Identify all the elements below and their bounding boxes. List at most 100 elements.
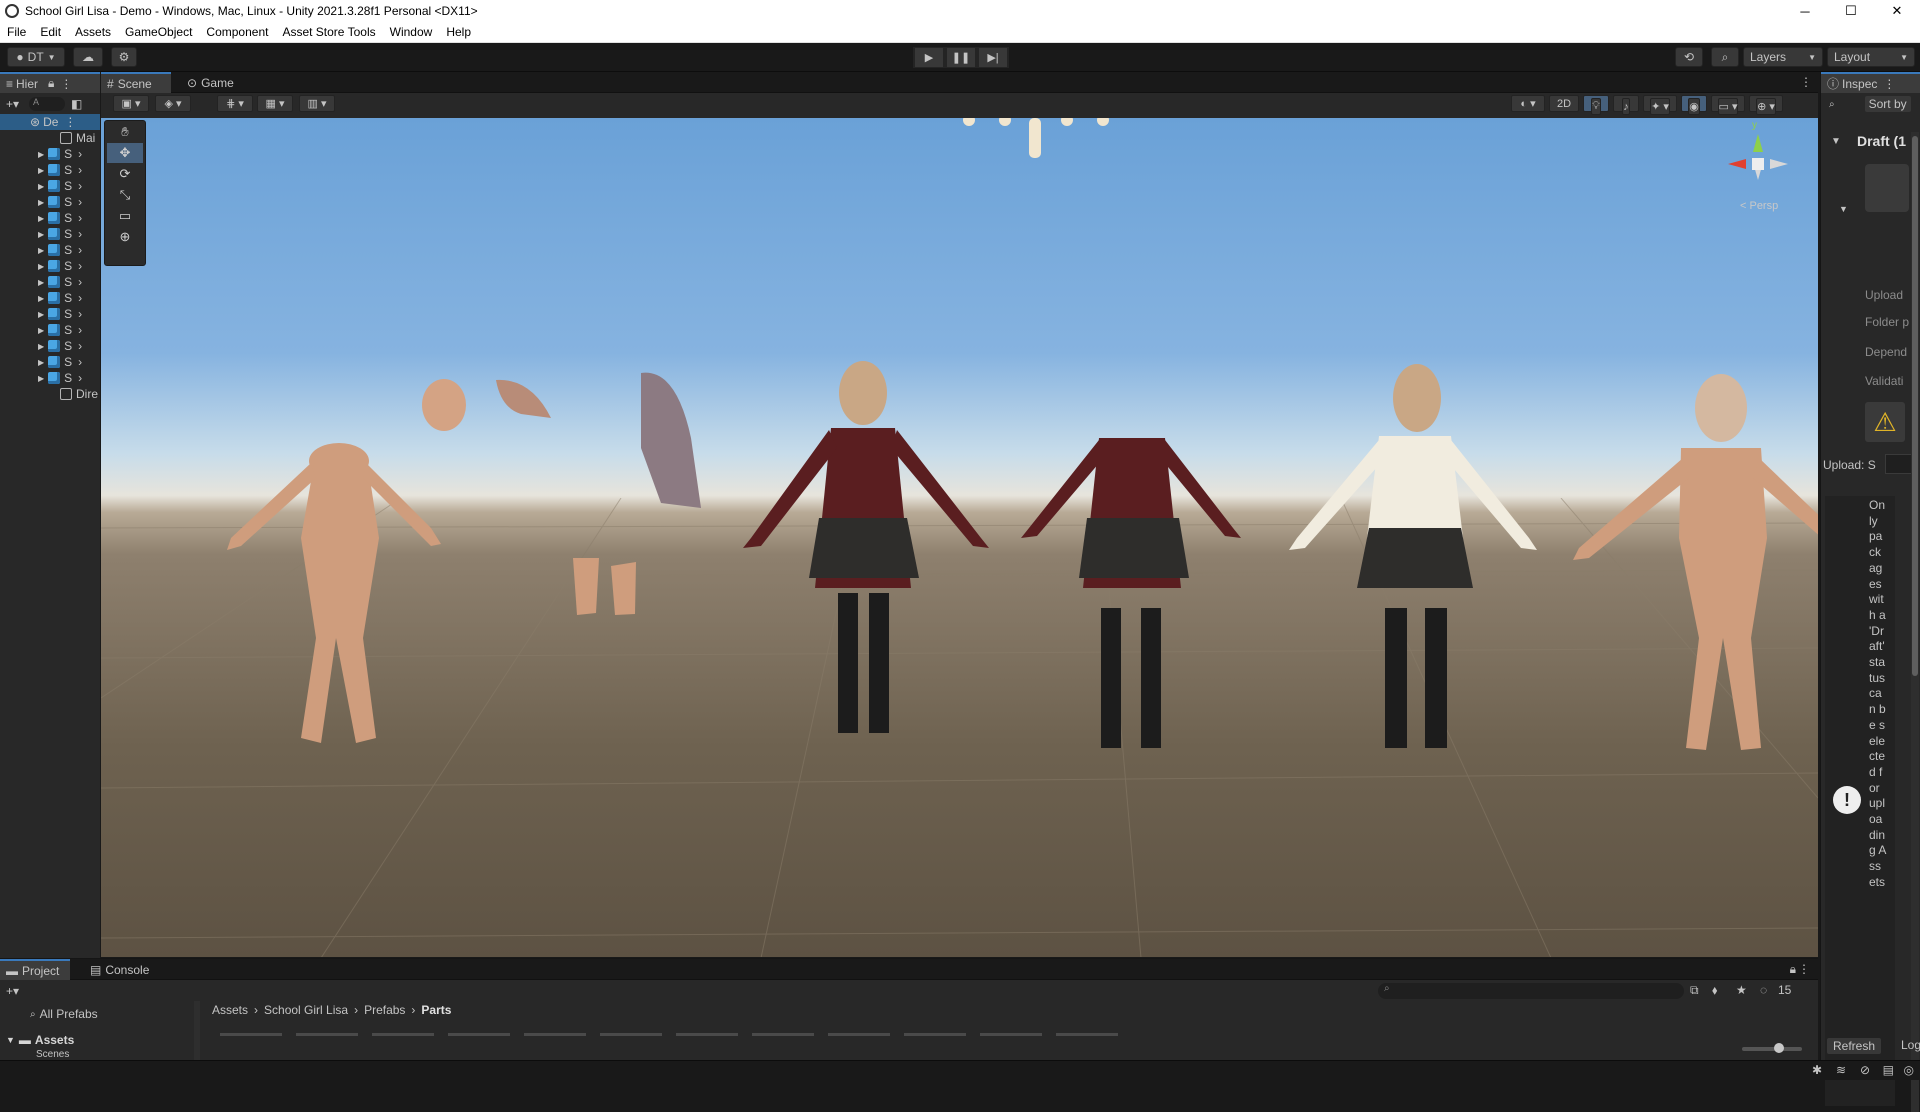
more-icon[interactable]: ⋮ bbox=[1798, 962, 1810, 976]
add-icon[interactable]: +▾ bbox=[6, 97, 19, 111]
layout-dropdown[interactable]: Layout ▼ bbox=[1827, 47, 1915, 67]
expand-arrow-icon[interactable]: ▶ bbox=[38, 358, 44, 367]
save-search-icon[interactable]: ★ bbox=[1736, 983, 1747, 997]
chevron-right-icon[interactable]: › bbox=[78, 275, 82, 289]
asset-thumbnail[interactable] bbox=[980, 1033, 1042, 1036]
tree-scrollbar[interactable] bbox=[194, 1001, 200, 1061]
menu-component[interactable]: Component bbox=[199, 25, 275, 39]
lighting-toggle[interactable]: 💡︎ bbox=[1583, 95, 1609, 115]
orientation-gizmo[interactable]: y < Persp bbox=[1716, 120, 1800, 214]
menu-asset-store-tools[interactable]: Asset Store Tools bbox=[275, 25, 382, 39]
scrollbar-thumb[interactable] bbox=[1912, 136, 1918, 676]
menu-assets[interactable]: Assets bbox=[68, 25, 118, 39]
draw-mode-dropdown[interactable]: ▣ ▾ bbox=[113, 95, 149, 112]
tab-project[interactable]: ▬ Project bbox=[0, 959, 70, 980]
asset-thumbnail[interactable] bbox=[904, 1033, 966, 1036]
breadcrumb-assets[interactable]: Assets bbox=[212, 1003, 248, 1017]
expand-arrow-icon[interactable]: ▼ bbox=[1831, 136, 1841, 147]
scene-visibility-toggle[interactable]: ◉ bbox=[1681, 95, 1707, 115]
menu-help[interactable]: Help bbox=[439, 25, 478, 39]
menu-edit[interactable]: Edit bbox=[33, 25, 68, 39]
chevron-right-icon[interactable]: › bbox=[78, 179, 82, 193]
render-mode-dropdown[interactable]: ◈ ▾ bbox=[155, 95, 191, 112]
expand-arrow-icon[interactable]: ▶ bbox=[38, 230, 44, 239]
scene-visibility-icon[interactable]: ◧ bbox=[71, 97, 82, 111]
more-icon[interactable]: ⋮ bbox=[60, 77, 72, 91]
asset-thumbnail[interactable] bbox=[448, 1033, 510, 1036]
hierarchy-search[interactable]: A bbox=[29, 97, 66, 111]
hierarchy-item[interactable]: ▶ S › bbox=[0, 290, 100, 306]
pause-button[interactable]: ❚❚ bbox=[945, 47, 977, 68]
hierarchy-item[interactable]: ▶ S › bbox=[0, 242, 100, 258]
history-button[interactable]: ⟲ bbox=[1675, 47, 1703, 67]
hierarchy-item[interactable]: ▶ S › bbox=[0, 162, 100, 178]
hierarchy-item[interactable]: ▶ S › bbox=[0, 322, 100, 338]
asset-thumbnail[interactable] bbox=[524, 1033, 586, 1036]
tab-scene[interactable]: # Scene bbox=[101, 72, 171, 93]
asset-thumbnail[interactable] bbox=[1056, 1033, 1118, 1036]
more-icon[interactable]: ⋮ bbox=[64, 115, 76, 129]
hierarchy-item[interactable]: ▶ S › bbox=[0, 370, 100, 386]
mode-2d-button[interactable]: 2D bbox=[1549, 95, 1579, 112]
progress-icon[interactable]: ⊘ bbox=[1860, 1063, 1870, 1077]
refresh-button[interactable]: Refresh bbox=[1827, 1038, 1882, 1054]
menu-gameobject[interactable]: GameObject bbox=[118, 25, 199, 39]
maximize-button[interactable]: ☐ bbox=[1828, 0, 1874, 22]
hierarchy-item[interactable]: ▶ S › bbox=[0, 274, 100, 290]
asset-thumbnail[interactable] bbox=[828, 1033, 890, 1036]
hierarchy-item[interactable]: ▶ S › bbox=[0, 194, 100, 210]
favorites-item[interactable]: ⌕ All Prefabs bbox=[30, 1007, 98, 1021]
search-icon[interactable]: ⌕ bbox=[1829, 99, 1835, 110]
asset-thumbnail[interactable] bbox=[600, 1033, 662, 1036]
close-button[interactable]: ✕ bbox=[1874, 0, 1920, 22]
menu-file[interactable]: File bbox=[0, 25, 33, 39]
hierarchy-item[interactable]: ▶ S › bbox=[0, 226, 100, 242]
lock-icon[interactable]: 🔒︎ bbox=[48, 76, 54, 91]
tab-console[interactable]: ▤ Console bbox=[84, 959, 164, 980]
account-dropdown[interactable]: ● DT ▼ bbox=[7, 47, 65, 67]
hidden-packages-icon[interactable]: ◌ bbox=[1760, 983, 1767, 997]
chevron-right-icon[interactable]: › bbox=[78, 323, 82, 337]
hierarchy-item[interactable]: ▶ S › bbox=[0, 146, 100, 162]
expand-arrow-icon[interactable]: ▶ bbox=[38, 294, 44, 303]
breadcrumb-parts[interactable]: Parts bbox=[421, 1003, 451, 1017]
expand-arrow-icon[interactable]: ▶ bbox=[38, 246, 44, 255]
audio-toggle[interactable]: ♪ bbox=[1613, 95, 1639, 115]
transform-tool-button[interactable]: ⊕ bbox=[107, 227, 143, 247]
shading-dropdown[interactable]: ◐ ▾ bbox=[1511, 95, 1545, 112]
rotate-tool-button[interactable]: ⟳ bbox=[107, 164, 143, 184]
hierarchy-item[interactable]: ▶ S › bbox=[0, 306, 100, 322]
rect-tool-button[interactable]: ▭ bbox=[107, 206, 143, 226]
cache-icon[interactable]: ≋ bbox=[1836, 1063, 1846, 1077]
lock-icon[interactable]: 🔒︎ bbox=[1790, 962, 1796, 977]
expand-arrow-icon[interactable]: ▶ bbox=[38, 150, 44, 159]
search-by-label-icon[interactable]: ⬧ bbox=[1712, 983, 1717, 998]
chevron-right-icon[interactable]: › bbox=[78, 227, 82, 241]
expand-arrow-icon[interactable]: ▶ bbox=[38, 326, 44, 335]
menu-window[interactable]: Window bbox=[383, 25, 440, 39]
asset-thumbnail[interactable] bbox=[296, 1033, 358, 1036]
asset-thumbnail[interactable] bbox=[220, 1033, 282, 1036]
move-tool-button[interactable]: ✥ bbox=[107, 143, 143, 163]
minimize-button[interactable]: ─ bbox=[1782, 0, 1828, 22]
expand-arrow-icon[interactable]: ▶ bbox=[38, 214, 44, 223]
more-icon[interactable]: ⋮ bbox=[1800, 75, 1812, 89]
hierarchy-item-camera[interactable]: Mai bbox=[0, 130, 100, 146]
breadcrumb-prefabs[interactable]: Prefabs bbox=[364, 1003, 405, 1017]
zoom-slider-handle[interactable] bbox=[1774, 1043, 1784, 1053]
chevron-right-icon[interactable]: › bbox=[78, 195, 82, 209]
hierarchy-item[interactable]: ▶ S › bbox=[0, 210, 100, 226]
sort-dropdown[interactable]: Sort by bbox=[1864, 96, 1911, 112]
assets-root-item[interactable]: ▼ ▬ Assets bbox=[6, 1033, 74, 1047]
debug-icon[interactable]: ✱ bbox=[1812, 1063, 1822, 1077]
hierarchy-item[interactable]: ▶ S › bbox=[0, 258, 100, 274]
project-search-input[interactable]: ⌕ bbox=[1378, 983, 1684, 999]
effects-dropdown[interactable]: ✦ ▾ bbox=[1643, 95, 1677, 115]
add-icon[interactable]: +▾ bbox=[6, 984, 19, 998]
chevron-right-icon[interactable]: › bbox=[78, 291, 82, 305]
auto-generate-icon[interactable]: ▤ bbox=[1883, 1063, 1894, 1077]
asset-thumbnail[interactable] bbox=[372, 1033, 434, 1036]
assets-child-item[interactable]: Scenes bbox=[36, 1049, 69, 1057]
inspector-scrollbar[interactable] bbox=[1911, 132, 1919, 1112]
collapse-arrow-icon[interactable]: ▼ bbox=[1839, 204, 1848, 214]
